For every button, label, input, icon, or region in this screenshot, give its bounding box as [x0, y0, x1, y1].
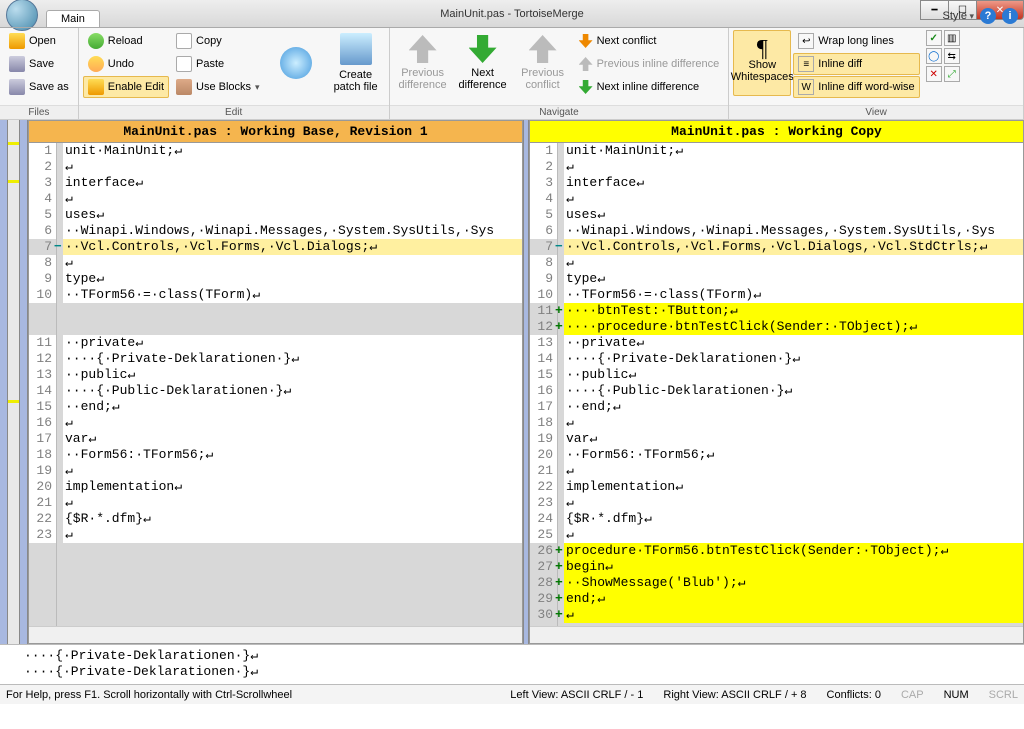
status-right: Right View: ASCII CRLF / + 8 [663, 689, 806, 701]
context-line1: ····{·Private-Deklarationen·}↵ [24, 648, 258, 663]
group-files: Open Save Save as Files [0, 28, 79, 119]
prev-conflict-button[interactable]: Previous conflict [514, 30, 572, 96]
wrap-lines-button[interactable]: ↩Wrap long lines [793, 30, 919, 52]
copy-icon [176, 33, 192, 49]
status-left: Left View: ASCII CRLF / - 1 [510, 689, 643, 701]
view-expand-icon[interactable]: ⤢ [944, 66, 960, 82]
context-view: ····{·Private-Deklarationen·}↵ ····{·Pri… [0, 644, 1024, 684]
left-overview[interactable] [0, 120, 8, 644]
group-view-label: View [729, 105, 1023, 119]
edit-icon [88, 79, 104, 95]
diff-panes: MainUnit.pas : Working Base, Revision 1 … [0, 120, 1024, 644]
arrow-down-orange-icon [579, 34, 593, 48]
status-scrl: SCRL [989, 689, 1018, 701]
right-pane: MainUnit.pas : Working Copy 1unit·MainUn… [529, 120, 1024, 644]
left-code[interactable]: 1unit·MainUnit;↵2↵3interface↵4↵5uses↵6··… [29, 143, 522, 626]
inline-diff-icon: ≡ [798, 56, 814, 72]
view-x-icon[interactable]: ✕ [926, 66, 942, 82]
wrap-icon: ↩ [798, 33, 814, 49]
group-view: ¶Show Whitespaces ↩Wrap long lines ≡Inli… [729, 28, 1024, 119]
open-button[interactable]: Open [4, 30, 74, 52]
right-code[interactable]: 1unit·MainUnit;↵2↵3interface↵4↵5uses↵6··… [530, 143, 1023, 626]
blocks-icon [176, 79, 192, 95]
use-blocks-button[interactable]: Use Blocks [171, 76, 265, 98]
status-num: NUM [944, 689, 969, 701]
ribbon-tabs: Main Style ? i [0, 6, 1024, 28]
pilcrow-icon: ¶ [757, 43, 768, 55]
next-conflict-button[interactable]: Next conflict [574, 30, 725, 52]
left-marks[interactable] [8, 120, 20, 644]
group-navigate: Previous difference Next difference Prev… [390, 28, 730, 119]
group-files-label: Files [0, 105, 78, 119]
paste-icon [176, 56, 192, 72]
save-as-icon [9, 79, 25, 95]
tab-main[interactable]: Main [46, 10, 100, 27]
arrow-up-small-icon [579, 57, 593, 71]
right-title: MainUnit.pas : Working Copy [530, 121, 1023, 143]
undo-icon [88, 56, 104, 72]
patch-icon [340, 33, 372, 65]
left-pane: MainUnit.pas : Working Base, Revision 1 … [28, 120, 523, 644]
inline-word-button[interactable]: WInline diff word-wise [793, 76, 919, 98]
next-diff-button[interactable]: Next difference [454, 30, 512, 96]
left-hscroll[interactable] [29, 626, 522, 643]
group-edit: Reload Undo Enable Edit Copy Paste Use B… [79, 28, 390, 119]
arrow-up-icon [409, 35, 437, 63]
view-check-icon[interactable]: ✓ [926, 30, 942, 46]
left-title: MainUnit.pas : Working Base, Revision 1 [29, 121, 522, 143]
save-as-button[interactable]: Save as [4, 76, 74, 98]
save-button[interactable]: Save [4, 53, 74, 75]
context-line2: ····{·Private-Deklarationen·}↵ [24, 664, 258, 679]
status-help: For Help, press F1. Scroll horizontally … [6, 689, 292, 701]
show-whitespace-button[interactable]: ¶Show Whitespaces [733, 30, 791, 96]
find-button[interactable] [267, 30, 325, 96]
enable-edit-button[interactable]: Enable Edit [83, 76, 169, 98]
view-compare-icon[interactable]: ▥ [944, 30, 960, 46]
group-navigate-label: Navigate [390, 105, 729, 119]
reload-icon [88, 33, 104, 49]
copy-button[interactable]: Copy [171, 30, 265, 52]
left-overview2[interactable] [20, 120, 28, 644]
view-circle-icon[interactable]: ◯ [926, 48, 942, 64]
info-icon[interactable]: i [1002, 8, 1018, 24]
inline-word-icon: W [798, 79, 814, 95]
help-icon[interactable]: ? [980, 8, 996, 24]
paste-button[interactable]: Paste [171, 53, 265, 75]
prev-inline-button[interactable]: Previous inline difference [574, 53, 725, 75]
arrow-down-icon [469, 35, 497, 63]
reload-button[interactable]: Reload [83, 30, 169, 52]
undo-button[interactable]: Undo [83, 53, 169, 75]
inline-diff-button[interactable]: ≡Inline diff [793, 53, 919, 75]
create-patch-button[interactable]: Create patch file [327, 30, 385, 96]
save-icon [9, 56, 25, 72]
open-icon [9, 33, 25, 49]
find-icon [280, 47, 312, 79]
statusbar: For Help, press F1. Scroll horizontally … [0, 684, 1024, 704]
group-edit-label: Edit [79, 105, 389, 119]
ribbon: Open Save Save as Files Reload Undo Enab… [0, 28, 1024, 120]
next-inline-button[interactable]: Next inline difference [574, 76, 725, 98]
arrow-down-small-icon [579, 80, 593, 94]
style-dropdown[interactable]: Style [943, 10, 975, 22]
status-cap: CAP [901, 689, 924, 701]
status-conflicts: Conflicts: 0 [827, 689, 881, 701]
prev-diff-button[interactable]: Previous difference [394, 30, 452, 96]
right-hscroll[interactable] [530, 626, 1023, 643]
arrow-up-gray-icon [529, 35, 557, 63]
view-arrows-icon[interactable]: ⇆ [944, 48, 960, 64]
